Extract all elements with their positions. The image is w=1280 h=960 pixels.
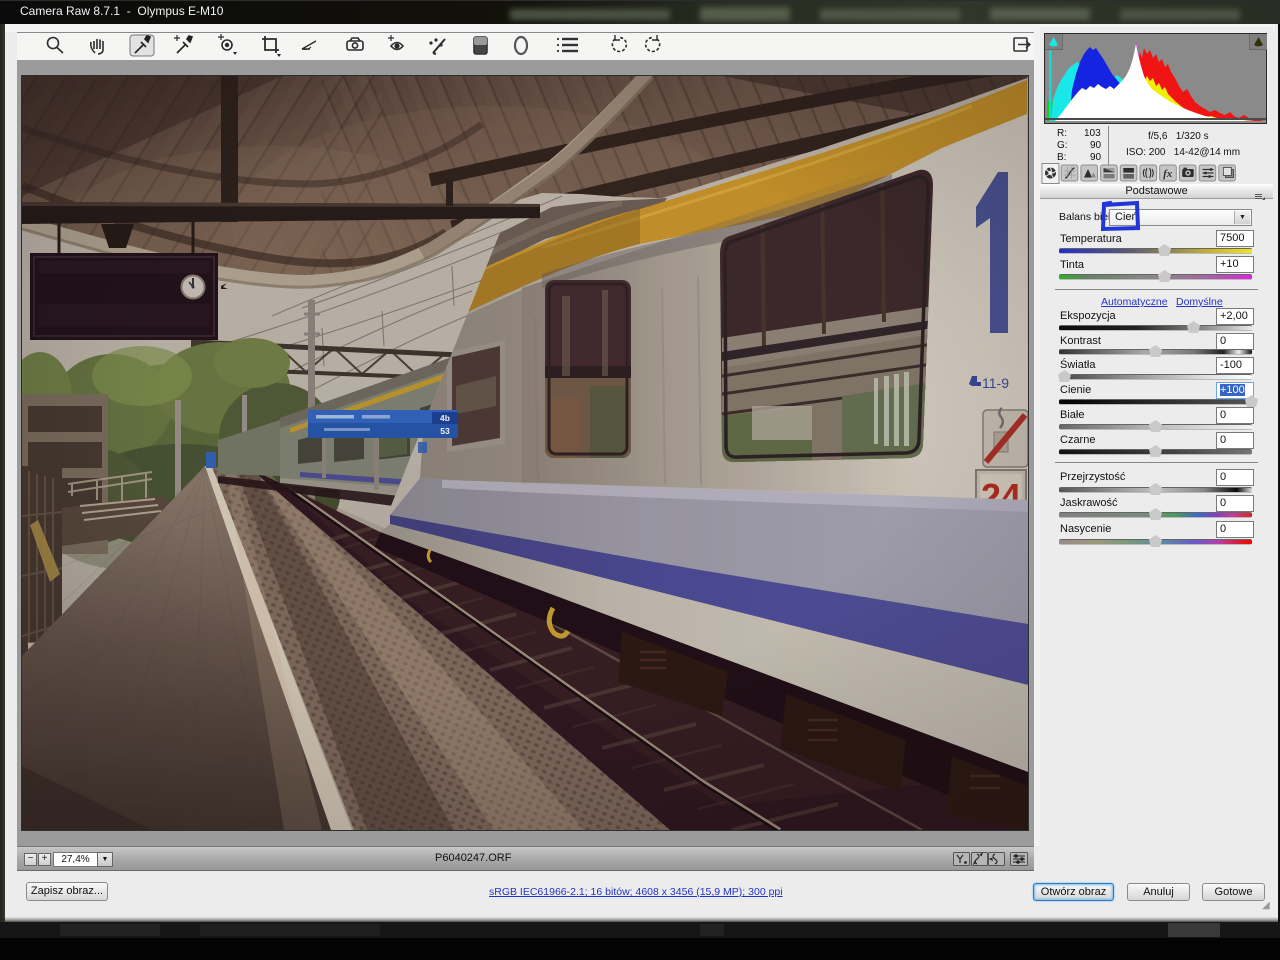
svg-text:fx: fx	[1163, 168, 1173, 180]
